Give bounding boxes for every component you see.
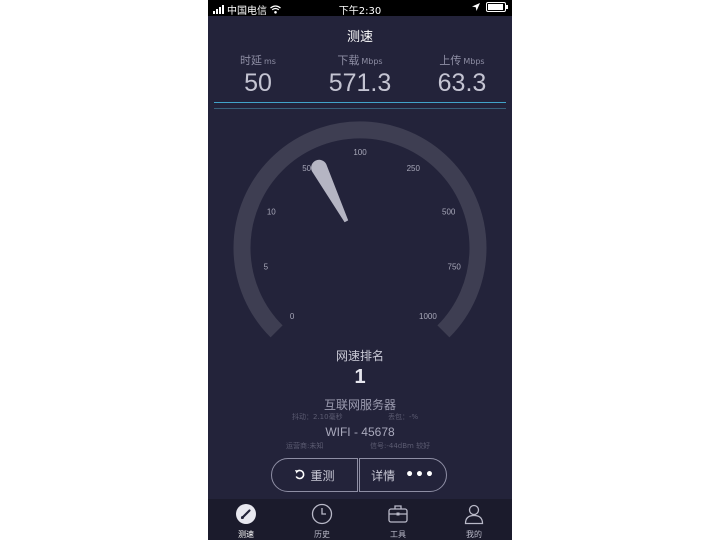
tab-speedtest[interactable]: 测速	[208, 503, 284, 540]
tab-profile-label: 我的	[466, 530, 482, 539]
download-value: 571.3	[328, 69, 392, 97]
rank-value: 1	[354, 366, 366, 388]
tab-tools[interactable]: 工具	[360, 503, 436, 540]
latency-value: 50	[244, 69, 272, 97]
download-stat: 下载 Mbps 571.3	[310, 52, 410, 98]
gauge-tick-label: 5	[264, 263, 269, 272]
rank-section: 网速排名 1	[208, 347, 512, 389]
status-bar: 中国电信 下午2:30	[208, 0, 512, 17]
clock-icon	[311, 503, 333, 525]
tab-history-label: 历史	[314, 530, 330, 539]
download-label: 下载	[337, 54, 360, 67]
packet-loss-info: 丢包：-%	[388, 413, 419, 421]
location-arrow-icon	[472, 3, 480, 11]
gauge-track	[233, 121, 487, 338]
tab-bar: 测速 历史 工具 我的	[208, 499, 512, 540]
toolbox-icon	[388, 505, 408, 523]
signal-info: 信号:-44dBm 较好	[370, 442, 431, 450]
gauge-tick-label: 100	[353, 148, 367, 157]
latency-unit: ms	[264, 57, 276, 66]
upload-value: 63.3	[437, 69, 487, 97]
latency-stat: 时延 ms 50	[208, 52, 308, 98]
upload-stat: 上传 Mbps 63.3	[412, 52, 512, 98]
tab-history[interactable]: 历史	[284, 503, 360, 540]
download-unit: Mbps	[361, 57, 383, 66]
tab-speedtest-label: 测速	[238, 530, 254, 539]
battery-icon	[486, 2, 508, 12]
status-time: 下午2:30	[338, 6, 382, 17]
speedometer-icon	[236, 504, 256, 524]
gauge-tick-label: 750	[448, 263, 462, 272]
gauge-tick-label: 500	[442, 207, 456, 216]
stats-row: 时延 ms 50 下载 Mbps 571.3 上传 Mbps 63.3	[208, 52, 512, 98]
jitter-info: 抖动：2.10毫秒	[292, 413, 343, 421]
operator-info: 运营商:未知	[286, 442, 324, 450]
gauge-tick-label: 250	[407, 164, 421, 173]
gauge-tick-label: 0	[290, 312, 295, 321]
detail-button[interactable]: 详情 •••	[359, 458, 447, 492]
user-icon	[464, 504, 484, 525]
detail-label: 详情	[371, 468, 396, 483]
gauge-tick-label: 1000	[419, 312, 437, 321]
network-name: WIFI - 45678	[325, 425, 395, 439]
gauge-tick-labels: 0 5 10 50 100 250 500 750 1000	[264, 148, 462, 321]
retest-button[interactable]: 重测	[271, 458, 358, 492]
tab-tools-label: 工具	[390, 530, 406, 539]
upload-label: 上传	[439, 54, 462, 67]
retest-label: 重测	[310, 468, 335, 483]
more-dots-icon: •••	[405, 467, 435, 483]
server-name: 互联网服务器	[323, 398, 396, 412]
gauge-tick-label: 10	[267, 207, 276, 216]
gauge-tick-label: 50	[302, 164, 311, 173]
page-title: 测速	[346, 30, 373, 45]
upload-unit: Mbps	[463, 57, 485, 66]
app-screen: 中国电信 下午2:30 测速 时延 ms 50 下载 Mbps 571.3 上传 Mb…	[208, 0, 512, 540]
status-right	[472, 2, 508, 12]
divider-line-secondary	[214, 108, 506, 109]
tab-profile[interactable]: 我的	[436, 503, 512, 540]
gauge-needle	[311, 159, 349, 223]
latency-label: 时延	[240, 54, 263, 67]
retry-icon	[295, 469, 305, 480]
speed-gauge: 0 5 10 50 100 250 500 750 1000	[233, 121, 487, 338]
rank-label: 网速排名	[335, 349, 384, 363]
divider-line	[214, 102, 506, 103]
